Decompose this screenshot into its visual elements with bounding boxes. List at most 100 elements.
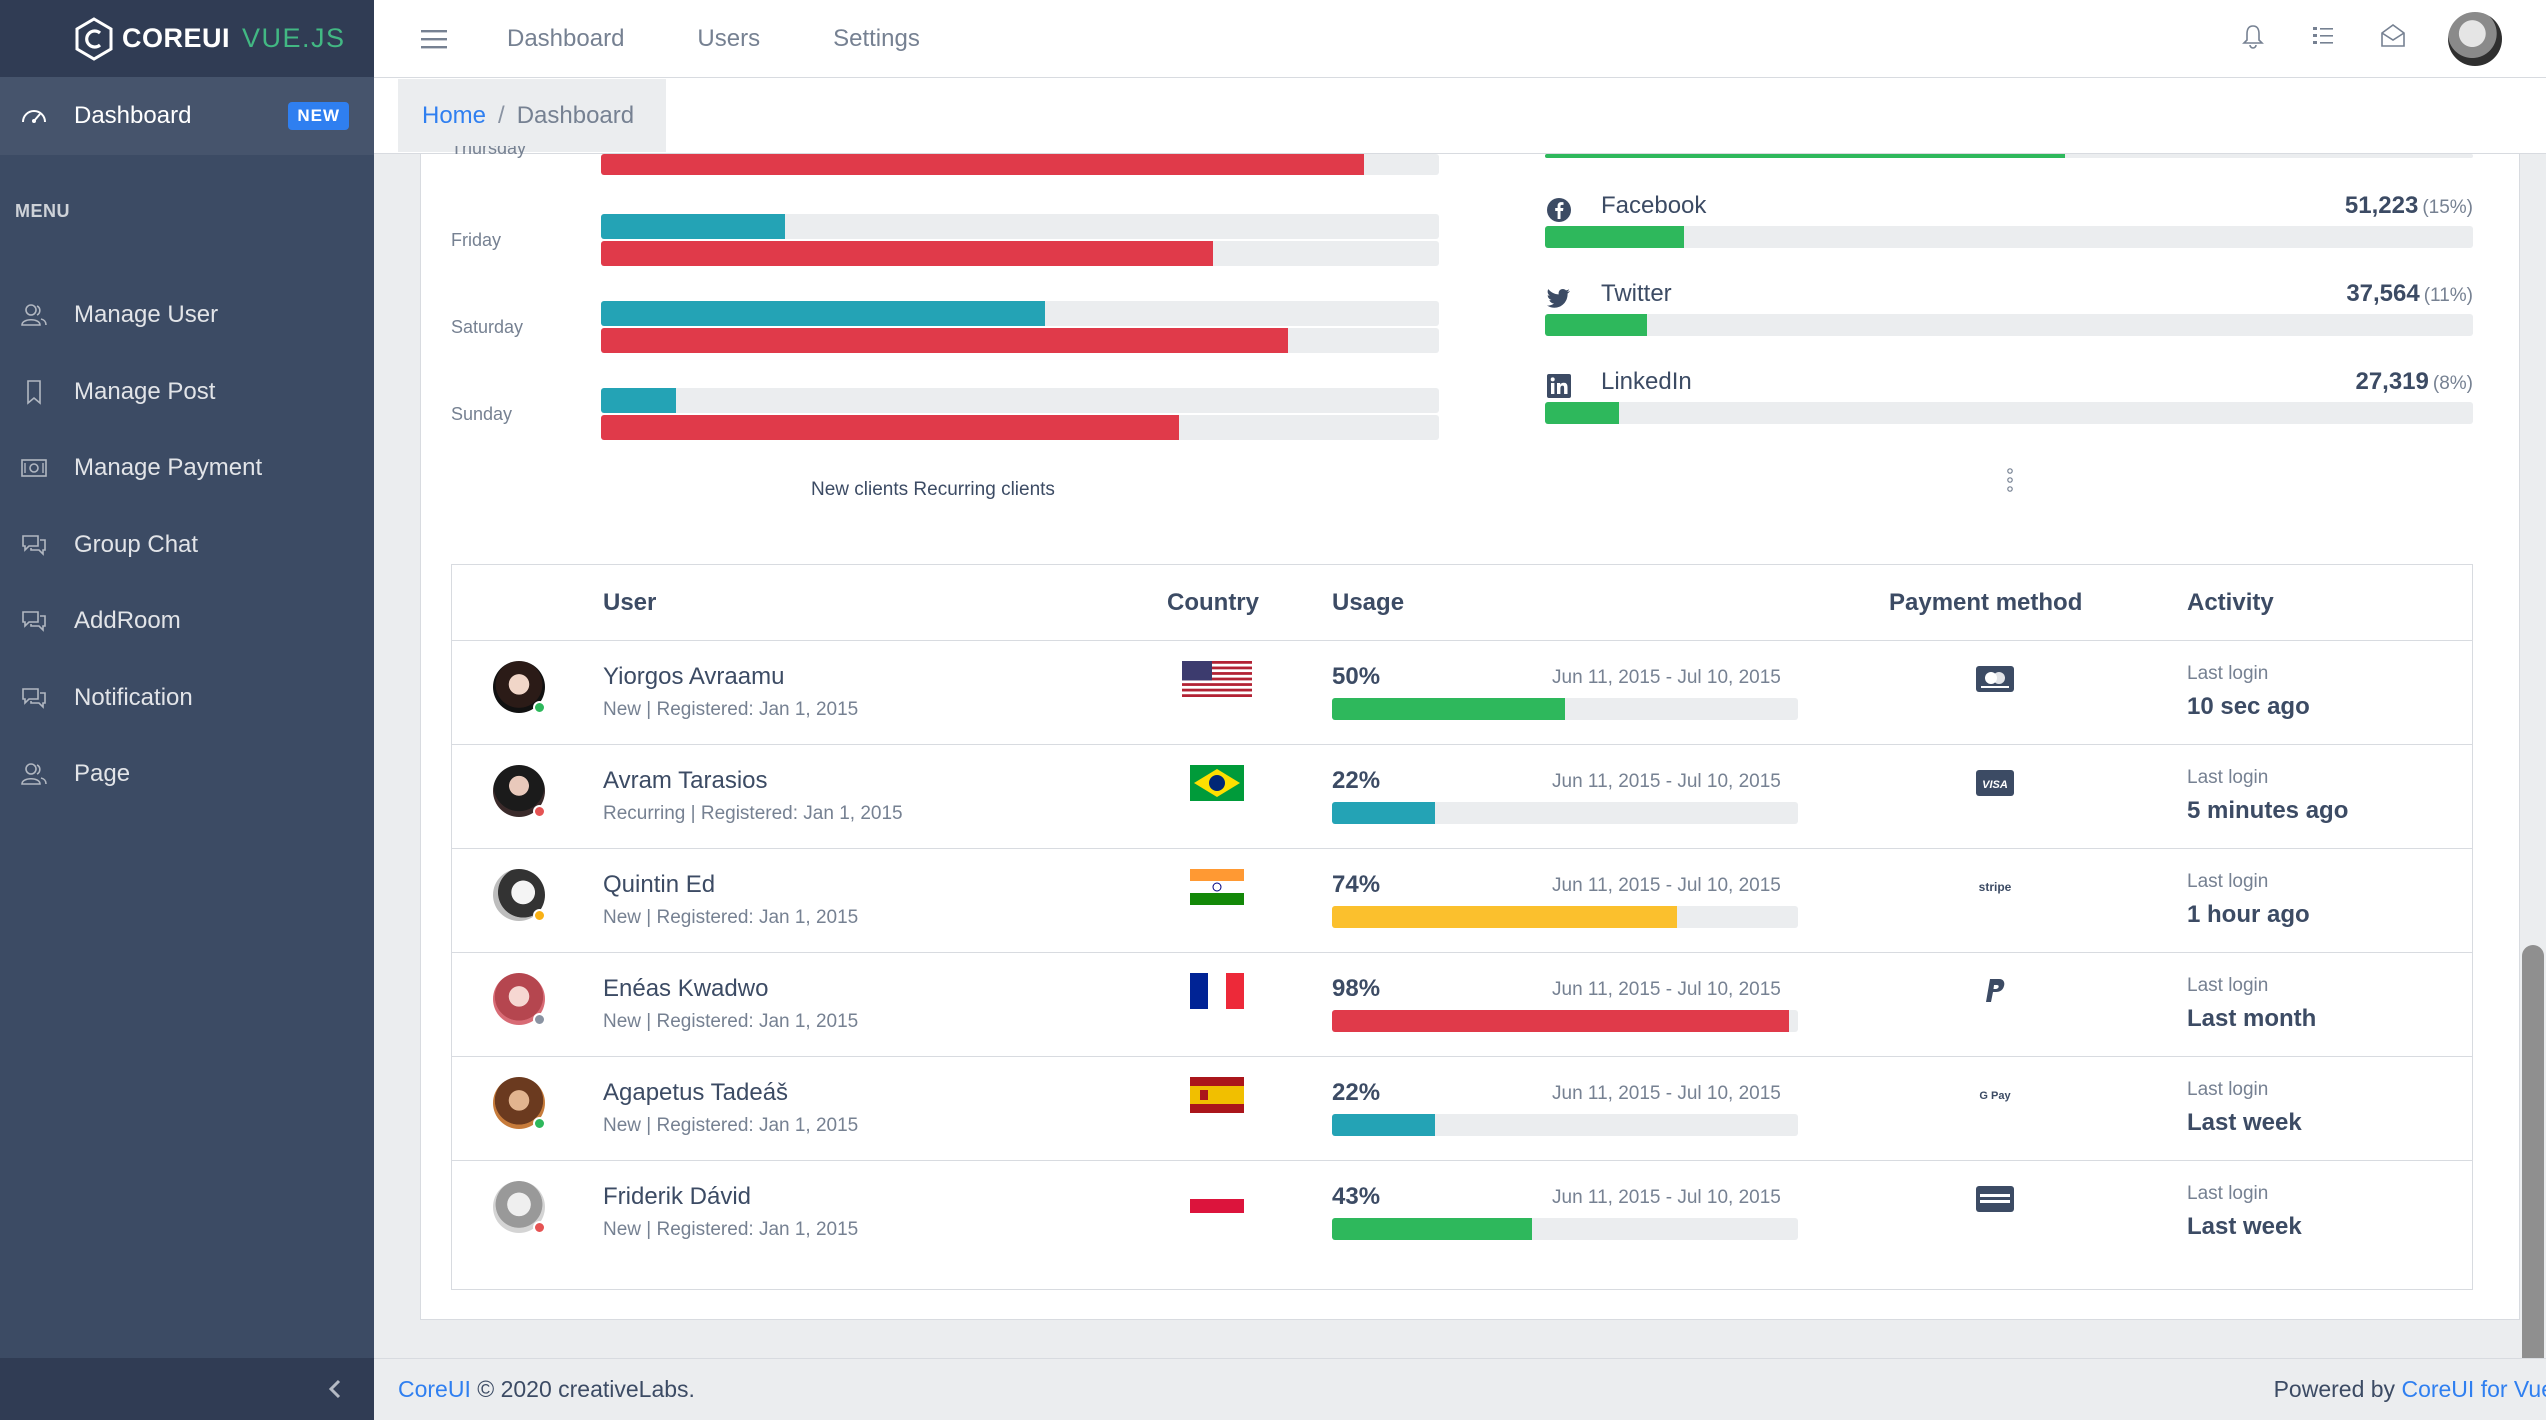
th-activity[interactable]: Activity: [2187, 589, 2274, 617]
brand[interactable]: COREUI VUE.JS: [0, 0, 374, 77]
more-options-icon[interactable]: [2005, 466, 2015, 494]
menu-section-title: MENU: [15, 201, 70, 221]
hamburger-icon: [421, 29, 447, 48]
new-badge: NEW: [288, 102, 349, 130]
recurring-clients-bar-fill: [601, 415, 1180, 440]
page-scrollbar[interactable]: [2522, 945, 2544, 1420]
header-nav-dashboard[interactable]: Dashboard: [507, 25, 624, 53]
twitter-icon: [1545, 284, 1573, 312]
breadcrumb-home-link[interactable]: Home: [422, 102, 486, 130]
day-label: Sunday: [451, 404, 513, 424]
usage-percent: 74%: [1332, 871, 1381, 898]
header-nav-settings[interactable]: Settings: [833, 25, 920, 53]
sidebar-item-label: Dashboard: [74, 102, 192, 129]
social-progress: [1545, 402, 2473, 424]
new-clients-bar: [601, 388, 1439, 413]
new-clients-bar-fill: [601, 301, 1046, 326]
social-name: Twitter: [1601, 280, 1672, 307]
th-country[interactable]: Country: [1167, 589, 1259, 617]
sidebar-item-group-chat[interactable]: Group Chat: [0, 507, 374, 584]
status-dot: [533, 1221, 546, 1234]
sidebar-item-label: Group Chat: [74, 530, 199, 558]
table-row[interactable]: Quintin Ed New | Registered: Jan 1, 2015 7…: [452, 849, 2472, 953]
bell-icon[interactable]: [2238, 21, 2268, 56]
usage-progress: [1332, 906, 1798, 928]
svg-text:G Pay: G Pay: [1979, 1090, 2011, 1102]
user-name: Enéas Kwadwo: [603, 975, 769, 1002]
recurring-clients-bar-fill: [601, 328, 1289, 353]
user-meta: Recurring | Registered: Jan 1, 2015: [603, 803, 903, 824]
sidebar-item-label: Manage Payment: [74, 454, 263, 482]
user-name: Quintin Ed: [603, 871, 716, 898]
usage-progress-fill: [1332, 1114, 1435, 1136]
visa-icon: VISA: [1970, 767, 2020, 799]
google-pay-icon: G Pay: [1970, 1079, 2020, 1111]
social-row: Facebook 51,223 (15%): [1545, 184, 2473, 248]
coreui-logo-icon: [75, 16, 113, 61]
social-progress-partial: [1545, 154, 2473, 158]
day-label: Saturday: [451, 317, 524, 337]
new-clients-bar: [601, 301, 1439, 326]
social-progress-fill: [1545, 314, 1648, 336]
envelope-open-icon[interactable]: [2378, 21, 2408, 56]
sidebar-item-page[interactable]: Page: [0, 736, 374, 813]
activity-value: 10 sec ago: [2187, 693, 2310, 720]
bookmark-icon: [18, 376, 50, 408]
table-row[interactable]: Friderik Dávid New | Registered: Jan 1, 2…: [452, 1161, 2472, 1289]
activity-label: Last login: [2187, 663, 2269, 684]
linkedin-icon: [1545, 372, 1573, 400]
footer-coreui-vue-link[interactable]: CoreUI for Vue: [2401, 1376, 2546, 1402]
user-avatar[interactable]: [2448, 11, 2502, 66]
user-meta: New | Registered: Jan 1, 2015: [603, 699, 859, 720]
activity-label: Last login: [2187, 767, 2269, 788]
sidebar-item-manage-user[interactable]: Manage User: [0, 277, 374, 354]
brand-vue-text: VUE.JS: [242, 23, 346, 53]
usage-period: Jun 11, 2015 - Jul 10, 2015: [1552, 979, 1781, 1000]
social-progress-fill: [1545, 226, 1685, 248]
svg-text:VISA: VISA: [1982, 779, 2008, 791]
sidebar: COREUI VUE.JS Dashboard NEW MENU Manage …: [0, 0, 374, 1420]
th-payment-method[interactable]: Payment method: [1889, 589, 2082, 617]
flag-es-icon: [1182, 1077, 1252, 1113]
footer-coreui-link[interactable]: CoreUI: [398, 1376, 471, 1402]
activity-value: 1 hour ago: [2187, 901, 2310, 928]
recurring-clients-bar: [601, 415, 1439, 440]
chat-icon: [18, 605, 50, 637]
header-nav-users[interactable]: Users: [697, 25, 760, 53]
usage-progress-fill: [1332, 1010, 1789, 1032]
user-name: Agapetus Tadeáš: [603, 1079, 789, 1106]
footer-powered-by: Powered by: [2273, 1376, 2402, 1402]
user-meta: New | Registered: Jan 1, 2015: [603, 1011, 859, 1032]
sidebar-item-addroom[interactable]: AddRoom: [0, 583, 374, 660]
social-percent: (11%): [2423, 285, 2473, 306]
sidebar-item-manage-post[interactable]: Manage Post: [0, 354, 374, 431]
chart-legend: New clients Recurring clients: [811, 479, 1055, 500]
sidebar-item-dashboard[interactable]: Dashboard NEW: [0, 77, 374, 155]
social-name: Facebook: [1601, 192, 1707, 219]
th-usage[interactable]: Usage: [1332, 589, 1404, 617]
sidebar-toggle-button[interactable]: [414, 19, 454, 59]
status-dot: [533, 1117, 546, 1130]
table-row[interactable]: Avram Tarasios Recurring | Registered: Ja…: [452, 745, 2472, 849]
social-name: LinkedIn: [1601, 368, 1692, 395]
task-list-icon[interactable]: [2308, 21, 2338, 56]
table-row[interactable]: Agapetus Tadeáš New | Registered: Jan 1, …: [452, 1057, 2472, 1161]
day-label: Friday: [451, 230, 502, 250]
activity-value: 5 minutes ago: [2187, 797, 2349, 824]
status-dot: [533, 701, 546, 714]
table-row[interactable]: Enéas Kwadwo New | Registered: Jan 1, 201…: [452, 953, 2472, 1057]
brand-core-text: COREUI: [122, 23, 231, 53]
th-user[interactable]: User: [603, 589, 656, 617]
recurring-clients-bar-fill: [601, 241, 1213, 266]
social-count: 51,223: [2344, 192, 2419, 219]
usage-progress-fill: [1332, 802, 1435, 824]
new-clients-bar-fill: [601, 388, 677, 413]
usage-period: Jun 11, 2015 - Jul 10, 2015: [1552, 875, 1781, 896]
users-table: User Country Usage Payment method Activi…: [451, 564, 2473, 1290]
sidebar-item-notification[interactable]: Notification: [0, 660, 374, 737]
sidebar-item-manage-payment[interactable]: Manage Payment: [0, 430, 374, 507]
usage-period: Jun 11, 2015 - Jul 10, 2015: [1552, 771, 1781, 792]
table-row[interactable]: Yiorgos Avraamu New | Registered: Jan 1, …: [452, 641, 2472, 745]
breadcrumb-current: Dashboard: [516, 101, 635, 129]
sidebar-minimize-button[interactable]: [0, 1358, 374, 1420]
